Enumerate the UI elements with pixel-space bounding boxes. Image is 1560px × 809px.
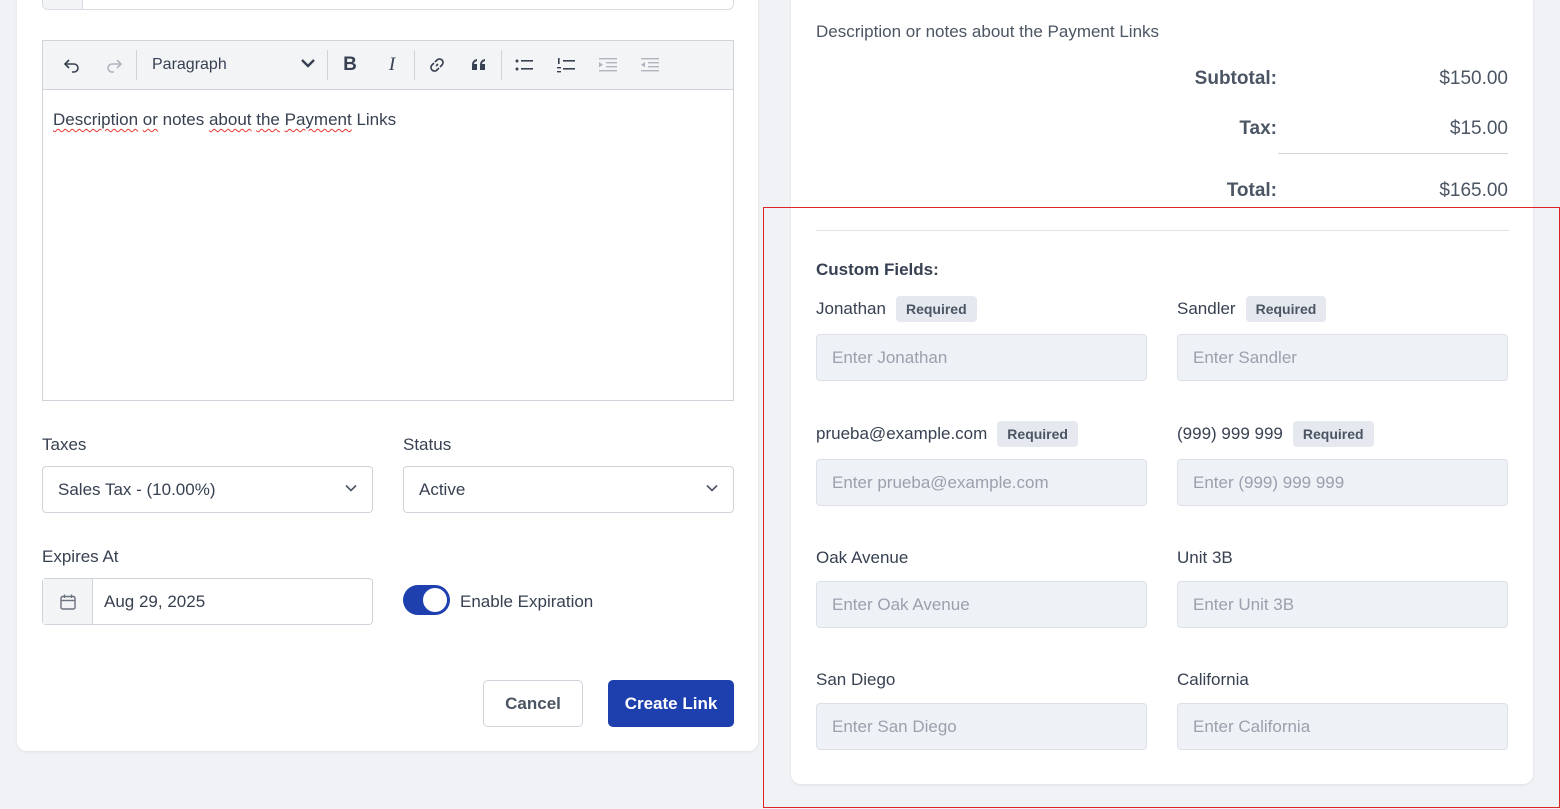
custom-field-name: San Diego <box>816 670 896 689</box>
bulleted-list-icon[interactable] <box>503 45 545 85</box>
numbered-list-icon[interactable] <box>545 45 587 85</box>
tax-value: $15.00 <box>1449 118 1508 139</box>
custom-field-label: San Diego <box>816 670 895 690</box>
block-format-select[interactable]: Paragraph <box>138 45 326 85</box>
total-value: $165.00 <box>1439 180 1508 201</box>
editor-content[interactable]: Description or notes about the Payment L… <box>43 90 733 150</box>
taxes-select[interactable]: Sales Tax - (10.00%) <box>42 466 373 513</box>
subtotal-value: $150.00 <box>1439 68 1508 89</box>
custom-field-input[interactable] <box>816 581 1147 628</box>
expires-at-input[interactable]: Aug 29, 2025 <box>42 578 373 625</box>
summary-divider <box>1278 153 1508 154</box>
tax-label: Tax: <box>1239 118 1277 139</box>
custom-field-label: Sandler Required <box>1177 296 1327 322</box>
custom-field-input[interactable] <box>1177 703 1508 750</box>
toggle-knob <box>423 588 447 612</box>
quote-icon[interactable] <box>458 45 500 85</box>
status-label: Status <box>403 435 452 454</box>
chevron-down-icon <box>705 480 719 500</box>
status-value: Active <box>419 479 466 499</box>
block-format-value: Paragraph <box>152 56 227 73</box>
custom-field-name: (999) 999 999 <box>1177 424 1283 443</box>
custom-field-label: California <box>1177 670 1249 690</box>
custom-field-name: Unit 3B <box>1177 548 1233 567</box>
custom-field-label: Unit 3B <box>1177 548 1233 568</box>
custom-field-name: Jonathan <box>816 299 886 318</box>
editor-word: about <box>208 110 252 129</box>
section-divider <box>816 230 1509 231</box>
toolbar-divider <box>414 50 415 80</box>
editor-word: notes <box>162 110 205 129</box>
payment-link-preview-card: Description or notes about the Payment L… <box>791 0 1533 784</box>
bold-icon[interactable]: B <box>329 45 371 85</box>
redo-icon[interactable] <box>93 45 135 85</box>
expires-at-value: Aug 29, 2025 <box>104 591 206 611</box>
editor-word: Links <box>356 110 397 129</box>
undo-icon[interactable] <box>51 45 93 85</box>
payment-link-form-card: Paragraph B I Description or notes about… <box>17 0 758 751</box>
editor-word: or <box>142 110 158 129</box>
enable-expiration-label: Enable Expiration <box>460 592 594 611</box>
chevron-down-icon <box>298 53 318 78</box>
toolbar-divider <box>327 50 328 80</box>
total-label: Total: <box>1226 180 1277 201</box>
required-badge: Required <box>1245 296 1327 322</box>
custom-field-name: California <box>1177 670 1249 689</box>
editor-word: the <box>256 110 280 129</box>
custom-field-name: Oak Avenue <box>816 548 909 567</box>
custom-field-input[interactable] <box>1177 581 1508 628</box>
input-addon <box>43 0 83 9</box>
subtotal-label: Subtotal: <box>1194 68 1277 89</box>
required-badge: Required <box>1292 421 1374 447</box>
taxes-label: Taxes <box>42 435 87 454</box>
taxes-value: Sales Tax - (10.00%) <box>58 479 216 499</box>
editor-toolbar: Paragraph B I <box>43 41 733 90</box>
toolbar-divider <box>501 50 502 80</box>
preview-description: Description or notes about the Payment L… <box>816 22 1160 41</box>
expires-at-label: Expires At <box>42 547 119 566</box>
custom-field-label: Oak Avenue <box>816 548 908 568</box>
price-input[interactable] <box>42 0 734 10</box>
indent-icon[interactable] <box>587 45 629 85</box>
custom-fields-title: Custom Fields: <box>816 260 939 279</box>
calendar-icon[interactable] <box>43 579 93 624</box>
link-icon[interactable] <box>416 45 458 85</box>
italic-icon[interactable]: I <box>371 45 413 85</box>
status-select[interactable]: Active <box>403 466 734 513</box>
custom-field-input[interactable] <box>816 459 1147 506</box>
custom-field-input[interactable] <box>1177 459 1508 506</box>
custom-field-input[interactable] <box>816 334 1147 381</box>
outdent-icon[interactable] <box>629 45 671 85</box>
custom-field-label: (999) 999 999 Required <box>1177 421 1374 447</box>
chevron-down-icon <box>344 480 358 500</box>
custom-field-input[interactable] <box>816 703 1147 750</box>
enable-expiration-toggle[interactable] <box>403 585 450 615</box>
required-badge: Required <box>997 421 1078 447</box>
toolbar-divider <box>136 50 137 80</box>
custom-field-name: prueba@example.com <box>816 424 988 443</box>
custom-field-name: Sandler <box>1177 299 1236 318</box>
create-link-button[interactable]: Create Link <box>608 680 734 727</box>
custom-field-label: Jonathan Required <box>816 296 977 322</box>
editor-word: Description <box>53 110 139 129</box>
description-editor: Paragraph B I Description or notes about… <box>42 40 734 401</box>
custom-field-label: prueba@example.com Required <box>816 421 1078 447</box>
editor-word: Payment <box>284 110 352 129</box>
custom-field-input[interactable] <box>1177 334 1508 381</box>
cancel-button[interactable]: Cancel <box>483 680 583 727</box>
required-badge: Required <box>895 296 977 322</box>
